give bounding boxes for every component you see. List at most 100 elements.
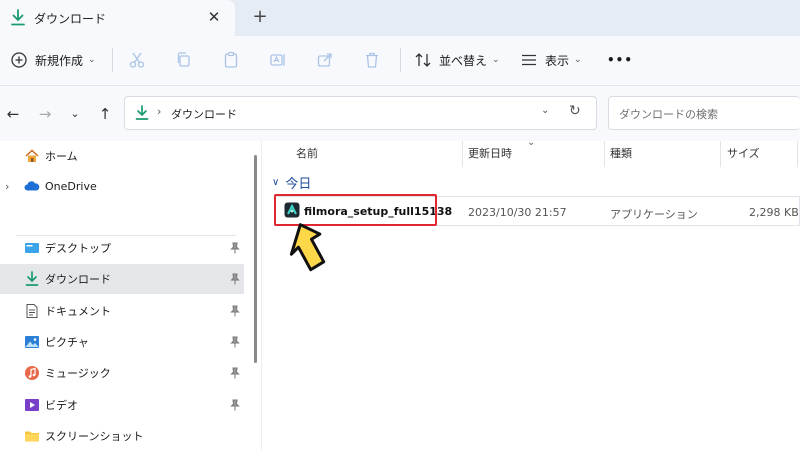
column-header-size[interactable]: サイズ xyxy=(727,145,760,161)
refresh-button[interactable]: ↻ xyxy=(569,103,581,119)
sidebar-item-label: ダウンロード xyxy=(45,273,111,286)
paste-button[interactable] xyxy=(222,49,240,71)
home-icon xyxy=(25,149,39,162)
new-button-label: 新規作成 xyxy=(35,53,84,68)
delete-button[interactable] xyxy=(363,49,381,71)
pictures-icon xyxy=(25,336,39,348)
file-type: アプリケーション xyxy=(610,208,698,221)
view-button[interactable]: 表示 ⌄ xyxy=(520,49,582,71)
more-options-button[interactable]: ••• xyxy=(607,49,633,71)
pin-icon[interactable] xyxy=(230,399,240,411)
copy-button[interactable] xyxy=(175,49,193,71)
chevron-down-icon: ⌄ xyxy=(574,55,582,65)
search-box[interactable]: ダウンロードの検索 xyxy=(608,96,800,130)
toolbar-divider xyxy=(112,48,113,72)
column-header-type[interactable]: 種類 xyxy=(610,145,632,161)
sidebar-item-label: ミュージック xyxy=(45,367,111,380)
column-divider[interactable] xyxy=(797,141,798,167)
plus-circle-icon xyxy=(11,52,27,68)
share-button[interactable] xyxy=(316,49,334,71)
search-placeholder[interactable]: ダウンロードの検索 xyxy=(619,106,718,122)
sidebar-item-label: ピクチャ xyxy=(45,336,89,349)
video-icon xyxy=(25,399,39,411)
chevron-down-icon: ⌄ xyxy=(492,55,500,65)
sidebar-item-label: ドキュメント xyxy=(45,305,111,318)
pin-icon[interactable] xyxy=(230,305,240,317)
chevron-right-icon: › xyxy=(157,105,162,118)
new-button[interactable]: 新規作成 ⌄ xyxy=(10,49,96,71)
navigation-pane: ホーム › OneDrive デスクトップ ダウンロード ドキュメント ピクチャ… xyxy=(0,141,248,450)
copy-icon xyxy=(177,52,190,67)
sidebar-item-downloads[interactable]: ダウンロード xyxy=(0,264,244,294)
trash-icon xyxy=(366,52,378,68)
share-icon xyxy=(317,53,332,67)
download-icon xyxy=(11,9,25,26)
pin-icon[interactable] xyxy=(230,367,240,379)
address-row: ← → ⌄ ↑ › ダウンロード ⌄ ↻ ダウンロードの検索 xyxy=(0,86,800,141)
cloud-icon xyxy=(24,181,40,191)
back-button[interactable]: ← xyxy=(2,103,24,125)
tab-title: ダウンロード xyxy=(34,12,107,26)
sidebar-item-screenshots[interactable]: スクリーンショット xyxy=(0,421,244,450)
desktop-icon xyxy=(25,243,39,253)
sidebar-item-label: ビデオ xyxy=(45,399,78,412)
recent-locations-button[interactable]: ⌄ xyxy=(64,103,86,125)
file-modified: 2023/10/30 21:57 xyxy=(468,206,567,219)
file-size: 2,298 KB xyxy=(749,206,799,219)
pin-icon[interactable] xyxy=(230,336,240,348)
new-tab-button[interactable]: + xyxy=(250,7,270,27)
download-icon xyxy=(25,271,39,286)
sort-icon xyxy=(415,53,431,67)
sidebar-item-pictures[interactable]: ピクチャ xyxy=(0,327,244,357)
pointer-arrow-icon xyxy=(289,223,326,272)
list-view-icon xyxy=(522,54,536,66)
column-divider[interactable] xyxy=(720,141,721,167)
sort-button-label: 並べ替え xyxy=(439,53,488,68)
rename-button[interactable] xyxy=(269,49,287,71)
sort-chevron-icon: ⌄ xyxy=(527,137,536,148)
sidebar-item-videos[interactable]: ビデオ xyxy=(0,390,244,420)
column-divider[interactable] xyxy=(462,141,463,167)
chevron-down-icon: ∨ xyxy=(272,177,280,188)
music-icon xyxy=(25,366,39,380)
sidebar-item-home[interactable]: ホーム xyxy=(0,141,244,171)
address-dropdown-button[interactable]: ⌄ xyxy=(541,105,549,116)
chevron-down-icon: ⌄ xyxy=(88,55,96,65)
chevron-right-icon[interactable]: › xyxy=(5,180,9,193)
up-button[interactable]: ↑ xyxy=(94,103,116,125)
pin-icon[interactable] xyxy=(230,273,240,285)
sidebar-item-label: スクリーンショット xyxy=(45,430,144,443)
sort-button[interactable]: 並べ替え ⌄ xyxy=(414,49,500,71)
folder-icon xyxy=(25,431,39,442)
sidebar-item-label: ホーム xyxy=(45,150,78,163)
address-bar[interactable]: › ダウンロード ⌄ ↻ xyxy=(124,96,597,130)
rename-icon xyxy=(270,54,285,66)
sidebar-item-onedrive[interactable]: › OneDrive xyxy=(0,171,244,201)
command-bar: 新規作成 ⌄ 並べ替え ⌄ 表示 ⌄ ••• xyxy=(0,36,800,86)
sidebar-item-desktop[interactable]: デスクトップ xyxy=(0,233,244,263)
pin-icon[interactable] xyxy=(230,242,240,254)
group-label: 今日 xyxy=(285,177,312,192)
sidebar-scrollbar[interactable] xyxy=(254,155,257,363)
forward-button[interactable]: → xyxy=(34,103,56,125)
clipboard-icon xyxy=(224,51,238,68)
column-divider[interactable] xyxy=(604,141,605,167)
group-header-today[interactable]: ∨ 今日 xyxy=(272,173,311,192)
tab-bar: ダウンロード ✕ + xyxy=(0,0,800,36)
cut-button[interactable] xyxy=(128,49,146,71)
download-icon xyxy=(135,105,149,120)
file-list: 名前 更新日時 ⌄ 種類 サイズ ∨ 今日 filmora_setup_full… xyxy=(262,137,800,450)
column-header-modified[interactable]: 更新日時 xyxy=(468,145,512,161)
address-path[interactable]: ダウンロード xyxy=(171,106,237,122)
sidebar-item-music[interactable]: ミュージック xyxy=(0,358,244,388)
document-icon xyxy=(26,304,38,318)
column-header-name[interactable]: 名前 xyxy=(296,145,318,161)
tab-close-button[interactable]: ✕ xyxy=(205,8,223,26)
tab-downloads[interactable]: ダウンロード ✕ xyxy=(0,0,235,36)
sidebar-item-label: デスクトップ xyxy=(45,242,111,255)
view-button-label: 表示 xyxy=(545,53,570,68)
scissors-icon xyxy=(129,52,145,68)
toolbar-divider xyxy=(400,48,401,72)
sidebar-item-label: OneDrive xyxy=(45,179,97,193)
sidebar-item-documents[interactable]: ドキュメント xyxy=(0,296,244,326)
